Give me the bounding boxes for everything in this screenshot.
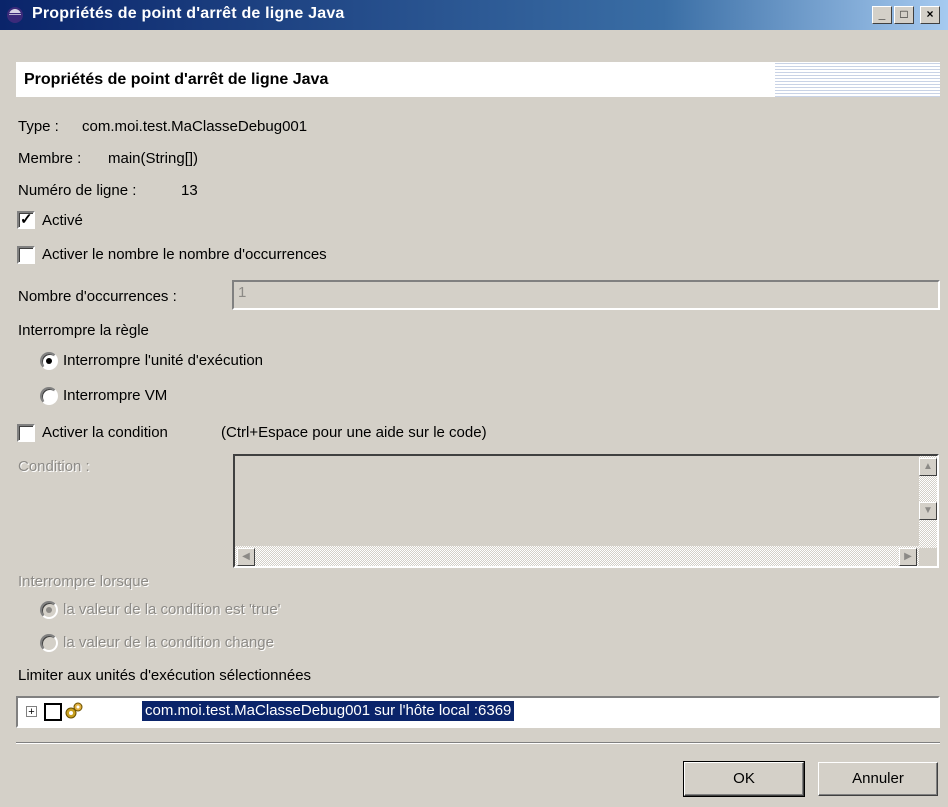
hitcount-value: 1 xyxy=(238,284,247,301)
condition-checkbox[interactable] xyxy=(17,424,35,442)
ok-button[interactable]: OK xyxy=(683,761,805,797)
line-number-label: Numéro de ligne : xyxy=(18,182,137,199)
radio-dot xyxy=(46,607,52,613)
hitcount-enable-label[interactable]: Activer le nombre le nombre d'occurrence… xyxy=(42,246,327,263)
suspend-vm-label[interactable]: Interrompre VM xyxy=(63,387,167,404)
enabled-checkbox[interactable]: ✓ xyxy=(17,211,35,229)
suspend-vm-radio[interactable] xyxy=(40,387,58,405)
minimize-button[interactable]: _ xyxy=(872,6,892,24)
cancel-button[interactable]: Annuler xyxy=(818,762,938,796)
condition-true-label[interactable]: la valeur de la condition est 'true' xyxy=(63,601,281,618)
suspend-policy-heading: Interrompre la règle xyxy=(18,322,149,339)
checkmark-icon: ✓ xyxy=(20,211,33,228)
eclipse-icon xyxy=(7,7,23,23)
title-bar[interactable]: Propriétés de point d'arrêt de ligne Jav… xyxy=(0,0,948,30)
dialog-window: Propriétés de point d'arrêt de ligne Jav… xyxy=(0,0,948,807)
hitcount-label: Nombre d'occurrences : xyxy=(18,288,177,305)
scroll-left-icon[interactable]: ◀ xyxy=(237,548,255,566)
header-banner: Propriétés de point d'arrêt de ligne Jav… xyxy=(16,62,940,97)
radio-dot xyxy=(46,358,52,364)
suspend-thread-label[interactable]: Interrompre l'unité d'exécution xyxy=(63,352,263,369)
thread-checkbox[interactable] xyxy=(44,703,62,721)
maximize-button[interactable]: □ xyxy=(894,6,914,24)
type-value: com.moi.test.MaClasseDebug001 xyxy=(82,118,308,135)
member-label: Membre : xyxy=(18,150,82,167)
member-value: main(String[]) xyxy=(108,150,199,167)
horizontal-scrollbar[interactable] xyxy=(235,546,919,566)
condition-enable-label[interactable]: Activer la condition xyxy=(42,424,168,441)
separator xyxy=(16,742,940,744)
line-number-value: 13 xyxy=(181,182,198,199)
scroll-up-icon[interactable]: ▲ xyxy=(919,458,937,476)
condition-label: Condition : xyxy=(18,458,90,475)
hitcount-input[interactable]: 1 xyxy=(232,280,940,310)
threads-tree[interactable]: + com.moi.test.MaClasseDebug001 sur l'hô… xyxy=(16,696,940,728)
condition-changes-label[interactable]: la valeur de la condition change xyxy=(63,634,274,651)
condition-changes-radio[interactable] xyxy=(40,634,58,652)
expand-icon[interactable]: + xyxy=(26,706,37,718)
window-title: Propriétés de point d'arrêt de ligne Jav… xyxy=(32,5,345,22)
scroll-right-icon[interactable]: ▶ xyxy=(899,548,917,566)
suspend-when-heading: Interrompre lorsque xyxy=(18,573,149,590)
scroll-down-icon[interactable]: ▼ xyxy=(919,502,937,520)
suspend-thread-radio[interactable] xyxy=(40,352,58,370)
thread-item-label[interactable]: com.moi.test.MaClasseDebug001 sur l'hôte… xyxy=(142,701,515,721)
condition-hint: (Ctrl+Espace pour une aide sur le code) xyxy=(221,424,487,441)
banner-decoration xyxy=(775,63,940,97)
threads-heading: Limiter aux unités d'exécution sélection… xyxy=(18,667,312,684)
condition-textarea[interactable]: ▲ ▼ ◀ ▶ xyxy=(233,454,939,568)
type-label: Type : xyxy=(18,118,59,135)
condition-true-radio[interactable] xyxy=(40,601,58,619)
enabled-label[interactable]: Activé xyxy=(42,212,83,229)
thread-gears-icon xyxy=(65,702,83,719)
close-button[interactable]: × xyxy=(920,6,940,24)
hitcount-checkbox[interactable] xyxy=(17,246,35,264)
page-title: Propriétés de point d'arrêt de ligne Jav… xyxy=(24,71,329,88)
